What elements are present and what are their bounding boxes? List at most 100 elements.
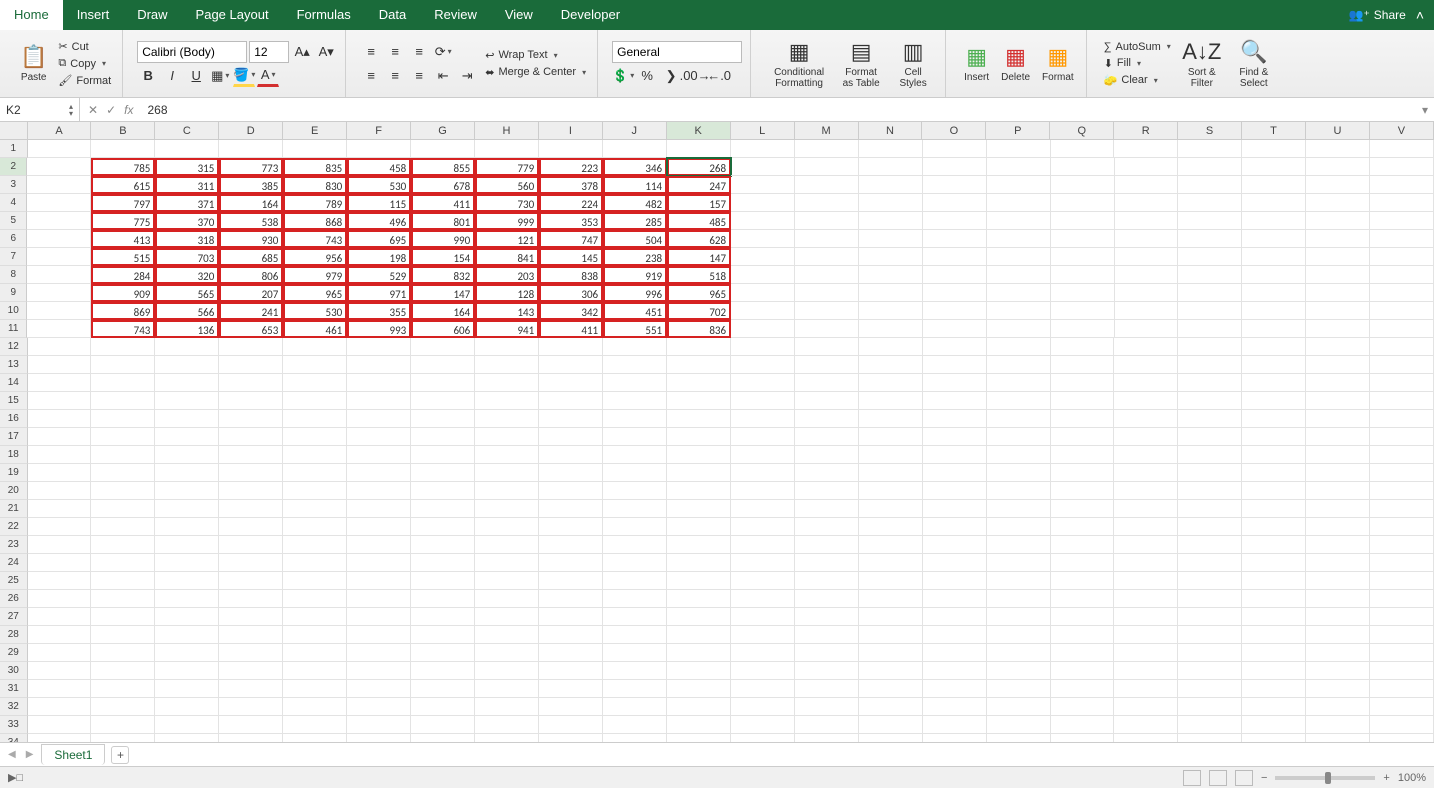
cell[interactable]: [1370, 572, 1434, 590]
cell[interactable]: [1370, 140, 1434, 158]
cell[interactable]: [603, 140, 667, 158]
cell[interactable]: [347, 482, 411, 500]
cell[interactable]: [347, 518, 411, 536]
cell[interactable]: 203: [475, 266, 539, 284]
cell[interactable]: [219, 428, 283, 446]
cell[interactable]: [731, 410, 795, 428]
column-header[interactable]: T: [1242, 122, 1306, 139]
cell[interactable]: [1051, 644, 1115, 662]
cell[interactable]: [91, 716, 155, 734]
cell[interactable]: [28, 662, 92, 680]
cell[interactable]: [155, 356, 219, 374]
cell[interactable]: 965: [667, 284, 731, 302]
row-header[interactable]: 19: [0, 464, 28, 482]
cell[interactable]: [539, 734, 603, 742]
cell[interactable]: [219, 608, 283, 626]
cell[interactable]: [283, 392, 347, 410]
cell[interactable]: [28, 716, 92, 734]
column-header[interactable]: K: [667, 122, 731, 139]
cell[interactable]: [1115, 230, 1179, 248]
cell[interactable]: [219, 410, 283, 428]
cell[interactable]: [859, 572, 923, 590]
cell[interactable]: [795, 608, 859, 626]
cell[interactable]: [475, 608, 539, 626]
column-header[interactable]: P: [986, 122, 1050, 139]
cell[interactable]: [603, 554, 667, 572]
cell[interactable]: [923, 590, 987, 608]
cell[interactable]: 806: [219, 266, 283, 284]
cell[interactable]: [923, 608, 987, 626]
cell[interactable]: [283, 536, 347, 554]
cell[interactable]: [475, 140, 539, 158]
cell[interactable]: [859, 392, 923, 410]
cell[interactable]: [987, 608, 1051, 626]
cell[interactable]: [283, 482, 347, 500]
cell[interactable]: 551: [603, 320, 667, 338]
cell[interactable]: [1242, 248, 1306, 266]
cell[interactable]: [859, 248, 923, 266]
cell[interactable]: [1051, 536, 1115, 554]
cell[interactable]: [1051, 482, 1115, 500]
cell[interactable]: [347, 500, 411, 518]
cell[interactable]: [987, 176, 1051, 194]
cell[interactable]: [1306, 482, 1370, 500]
cell[interactable]: [475, 734, 539, 742]
cell[interactable]: [923, 428, 987, 446]
cell-styles-button[interactable]: ▥Cell Styles: [889, 37, 937, 91]
cell[interactable]: [667, 626, 731, 644]
cell[interactable]: [1051, 374, 1115, 392]
cell[interactable]: [539, 554, 603, 572]
cell[interactable]: [987, 698, 1051, 716]
cell[interactable]: [731, 392, 795, 410]
format-painter-button[interactable]: 🖌Format: [55, 73, 114, 88]
cell[interactable]: [859, 356, 923, 374]
bold-button[interactable]: B: [137, 65, 159, 87]
cell[interactable]: [1306, 644, 1370, 662]
cell[interactable]: [1051, 428, 1115, 446]
cell[interactable]: 306: [539, 284, 603, 302]
cell[interactable]: [1051, 194, 1115, 212]
cell[interactable]: 530: [347, 176, 411, 194]
cell[interactable]: [1115, 302, 1179, 320]
cell[interactable]: 164: [219, 194, 283, 212]
cell[interactable]: [1370, 662, 1434, 680]
cell[interactable]: [859, 158, 923, 176]
cell[interactable]: [475, 482, 539, 500]
cell[interactable]: [1370, 698, 1434, 716]
cell[interactable]: [475, 428, 539, 446]
decrease-font-icon[interactable]: A▾: [315, 41, 337, 63]
cell[interactable]: [1178, 626, 1242, 644]
cell[interactable]: [28, 464, 92, 482]
align-center-icon[interactable]: ≡: [384, 65, 406, 87]
cell[interactable]: [731, 644, 795, 662]
cell[interactable]: [1051, 158, 1115, 176]
cell[interactable]: [1051, 410, 1115, 428]
cell[interactable]: [667, 590, 731, 608]
cell[interactable]: [1114, 680, 1178, 698]
cell[interactable]: [987, 428, 1051, 446]
cell[interactable]: [923, 572, 987, 590]
cell[interactable]: [795, 320, 859, 338]
cell[interactable]: [27, 266, 91, 284]
align-left-icon[interactable]: ≡: [360, 65, 382, 87]
cell[interactable]: [923, 302, 987, 320]
cell[interactable]: [731, 482, 795, 500]
cell[interactable]: [795, 734, 859, 742]
cell[interactable]: [731, 734, 795, 742]
cell[interactable]: [1114, 356, 1178, 374]
cell[interactable]: [731, 662, 795, 680]
row-header[interactable]: 7: [0, 248, 27, 266]
cell[interactable]: [923, 248, 987, 266]
cell[interactable]: [923, 284, 987, 302]
cell[interactable]: [923, 734, 987, 742]
cell[interactable]: 413: [91, 230, 155, 248]
cell[interactable]: 485: [667, 212, 731, 230]
cell[interactable]: [731, 320, 795, 338]
zoom-level[interactable]: 100%: [1398, 772, 1426, 784]
cell[interactable]: [667, 734, 731, 742]
cell[interactable]: [28, 698, 92, 716]
cell[interactable]: [987, 482, 1051, 500]
cell[interactable]: [987, 644, 1051, 662]
cell[interactable]: [667, 518, 731, 536]
cell[interactable]: 695: [347, 230, 411, 248]
